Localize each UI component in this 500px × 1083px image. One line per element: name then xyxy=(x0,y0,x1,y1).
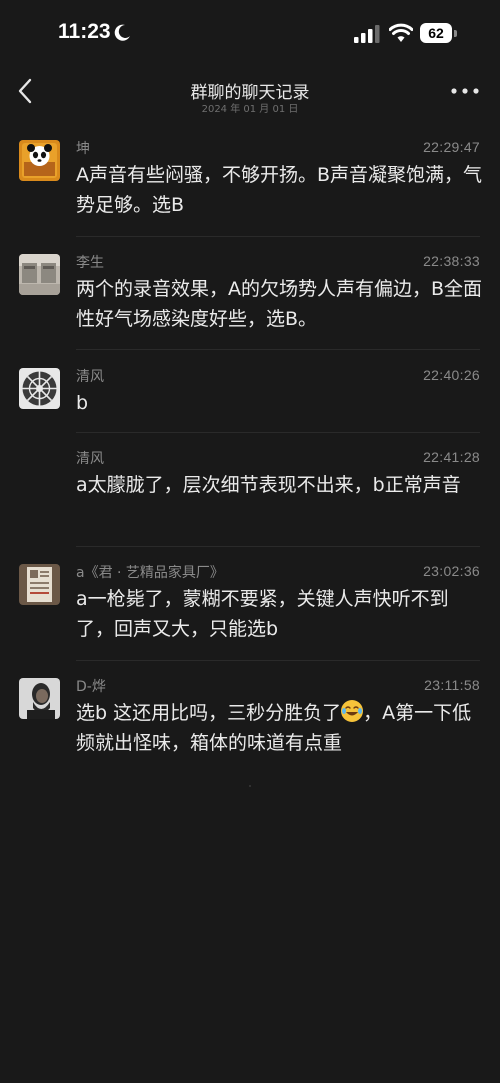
message-text: a一枪毙了，蒙糊不要紧，关键人声快听不到了，回声又大，只能选b xyxy=(76,588,449,640)
chat-message[interactable]: D-烨 23:11:58 选b 这还用比吗，三秒分胜负了 ，A第一下低频就出怪味… xyxy=(0,674,500,774)
message-time: 22:29:47 xyxy=(423,139,480,155)
message-divider xyxy=(76,546,480,547)
sender-name: 清风 xyxy=(76,451,104,467)
battery-nub xyxy=(454,30,457,37)
message-text: A声音有些闷骚，不够开扬。B声音凝聚饱满，气势足够。选B xyxy=(76,164,483,216)
sender-name: 清风 xyxy=(76,369,104,385)
page-date: 2024 年 01 月 01 日 xyxy=(201,104,299,115)
portrait-avatar-image xyxy=(19,678,60,719)
avatar-dome[interactable] xyxy=(19,368,60,409)
message-divider xyxy=(76,236,480,237)
battery-level: 62 xyxy=(420,23,452,43)
more-dots-icon[interactable] xyxy=(450,84,480,98)
message-divider xyxy=(76,349,480,350)
chat-message[interactable]: 李生 22:38:33 两个的录音效果，A的欠场势人声有偏边，B全面性好气场感染… xyxy=(0,250,500,350)
sender-name: a《君 · 艺精品家具厂》 xyxy=(76,565,224,581)
moon-icon xyxy=(114,24,130,41)
battery-indicator: 62 xyxy=(420,23,458,43)
message-text: b xyxy=(76,392,89,414)
panda-avatar-image xyxy=(22,143,57,178)
chat-message[interactable]: 清风 22:41:28 a太朦胧了，层次细节表现不出来，b正常声音 xyxy=(0,446,500,546)
navigation-bar: 群聊的聊天记录 2024 年 01 月 01 日 xyxy=(0,70,500,116)
scroll-end-dot xyxy=(249,785,251,787)
laughing-tears-emoji-face xyxy=(342,706,363,716)
message-divider xyxy=(76,432,480,433)
message-text: 选b 这还用比吗，三秒分胜负了 ，A第一下低频就出怪味，箱体的味道有点重 xyxy=(76,698,486,758)
sender-name: 李生 xyxy=(76,255,104,271)
building-avatar-image xyxy=(19,254,60,295)
cellular-signal-icon xyxy=(354,25,380,43)
laughing-tears-emoji xyxy=(341,700,364,722)
message-time: 22:38:33 xyxy=(423,253,480,269)
dome-avatar-image xyxy=(19,368,60,409)
status-bar: 11:23 62 xyxy=(0,0,500,70)
avatar-portrait[interactable] xyxy=(19,678,60,719)
message-time: 22:41:28 xyxy=(423,449,480,465)
wifi-icon xyxy=(389,23,413,42)
avatar-panda[interactable] xyxy=(19,140,60,181)
message-time: 23:11:58 xyxy=(424,677,480,693)
chat-message[interactable]: a《君 · 艺精品家具厂》 23:02:36 a一枪毙了，蒙糊不要紧，关键人声快… xyxy=(0,560,500,660)
message-text-part: 选b 这还用比吗，三秒分胜负了 xyxy=(76,702,342,724)
chat-message[interactable]: 清风 22:40:26 b xyxy=(0,364,500,432)
message-time: 23:02:36 xyxy=(423,563,480,579)
sender-name: 坤 xyxy=(76,141,90,157)
message-divider xyxy=(76,660,480,661)
avatar-building[interactable] xyxy=(19,254,60,295)
message-time: 22:40:26 xyxy=(423,367,480,383)
chat-message[interactable]: 坤 22:29:47 A声音有些闷骚，不够开扬。B声音凝聚饱满，气势足够。选B xyxy=(0,136,500,236)
status-time: 11:23 xyxy=(58,20,111,43)
avatar-poster[interactable] xyxy=(19,564,60,605)
poster-avatar-image xyxy=(19,564,60,605)
sender-name: D-烨 xyxy=(76,679,106,695)
message-text: a太朦胧了，层次细节表现不出来，b正常声音 xyxy=(76,474,461,496)
message-text: 两个的录音效果，A的欠场势人声有偏边，B全面性好气场感染度好些，选B。 xyxy=(76,278,483,330)
